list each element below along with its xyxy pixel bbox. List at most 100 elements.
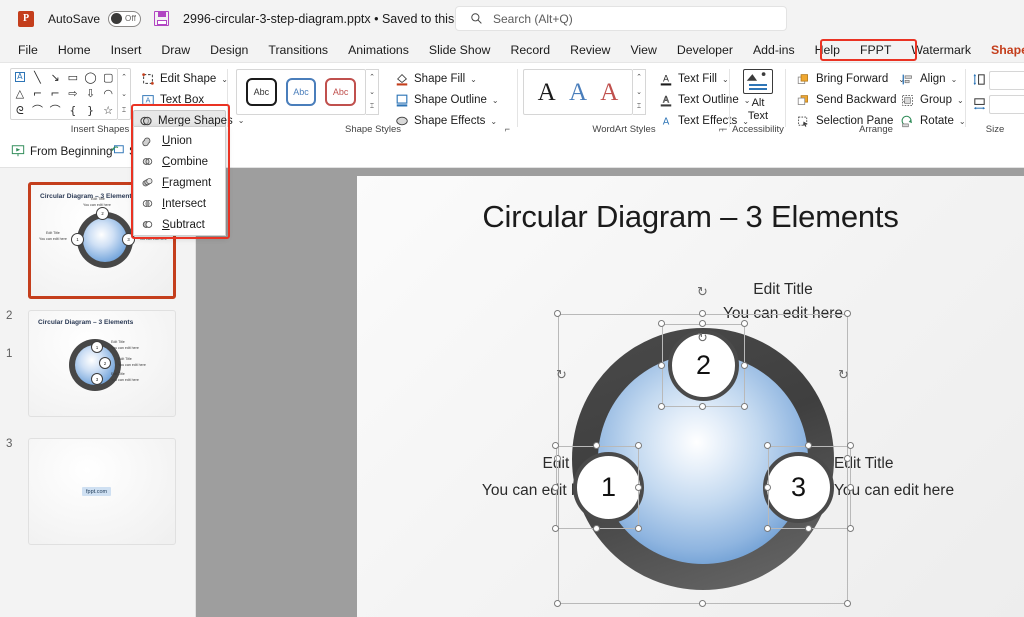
tab-insert[interactable]: Insert [101, 41, 152, 59]
search-box[interactable]: Search (Alt+Q) [455, 6, 787, 31]
shape-glyph-right-arrow[interactable]: ⇨ [68, 88, 77, 99]
ring-handle-s[interactable] [699, 600, 706, 607]
node-3-body[interactable]: You can edit here [834, 481, 1024, 501]
ring-rotate-handle[interactable]: ↻ [554, 368, 569, 383]
send-backward-button[interactable]: Send Backward ⌄ [792, 90, 912, 110]
shape-glyph-down-arrow[interactable]: ⇩ [86, 88, 95, 99]
scroll-up-icon[interactable]: ⌃ [369, 73, 375, 81]
tab-draw[interactable]: Draw [151, 41, 200, 59]
chevron-down-icon[interactable]: ⌄ [470, 75, 477, 84]
current-slide[interactable]: Circular Diagram – 3 Elements Edit Title… [357, 176, 1024, 617]
tab-developer[interactable]: Developer [667, 41, 743, 59]
shape-style-swatch-2[interactable]: Abc [285, 78, 317, 106]
chevron-down-icon[interactable]: ⌄ [957, 96, 964, 105]
slide-title[interactable]: Circular Diagram – 3 Elements [357, 199, 1024, 235]
chevron-down-icon[interactable]: ⌄ [951, 75, 958, 84]
text-fill-button[interactable]: A Text Fill ⌄ [654, 69, 733, 89]
shape-glyph-line[interactable]: ╲ [34, 72, 41, 83]
merge-menu-item-intersect[interactable]: Intersect [134, 193, 225, 214]
slide-thumbnail-3[interactable]: fppt.com [28, 438, 176, 545]
ring-handle-n[interactable] [699, 310, 706, 317]
wordart-swatch-3[interactable]: A [595, 78, 623, 106]
shape-glyph-oval[interactable]: ◯ [84, 72, 96, 83]
tab-view[interactable]: View [620, 41, 666, 59]
node-3-handle-sw[interactable] [764, 525, 771, 532]
node-3-handle-nw[interactable] [764, 442, 771, 449]
node-3-handle-e[interactable] [847, 484, 854, 491]
shape-glyph-star[interactable]: ☆ [103, 105, 113, 116]
ring-handle-nw[interactable] [554, 310, 561, 317]
shape-width-input[interactable] [989, 95, 1024, 114]
tab-add-ins[interactable]: Add-ins [743, 41, 805, 59]
node-2-handle-se[interactable] [741, 403, 748, 410]
tab-fppt[interactable]: FPPT [850, 41, 901, 59]
shape-glyph-brace-right[interactable]: } [87, 105, 94, 116]
scroll-more-icon[interactable]: ⌶ [370, 103, 374, 111]
tab-transitions[interactable]: Transitions [258, 41, 338, 59]
scroll-down-icon[interactable]: ⌄ [369, 88, 375, 96]
node-3-handle-n[interactable] [805, 442, 812, 449]
shape-glyph-elbow2[interactable]: ⌐ [51, 88, 60, 99]
shape-outline-button[interactable]: Shape Outline ⌄ [390, 90, 503, 110]
tab-design[interactable]: Design [200, 41, 258, 59]
scroll-down-icon[interactable]: ⌄ [121, 90, 127, 98]
node-1-handle-nw[interactable] [552, 442, 559, 449]
node-3-title[interactable]: Edit Title [834, 454, 1024, 474]
scroll-up-icon[interactable]: ⌃ [636, 73, 642, 81]
node-2-handle-w[interactable] [658, 362, 665, 369]
save-disk-icon[interactable] [154, 11, 170, 26]
wordart-styles-gallery[interactable]: A A A [523, 69, 633, 115]
shapes-gallery[interactable]: A ╲ ↘ ▭ ◯ ▢ △ ⌐ ⌐ ⇨ ⇩ ◠ ᘓ ⌒ ⌒ { } ☆ [10, 68, 118, 120]
node-2-handle-s[interactable] [699, 403, 706, 410]
node-2-handle-e[interactable] [741, 362, 748, 369]
alt-text-button[interactable]: Alt Text [735, 67, 781, 123]
shape-height-input[interactable] [989, 71, 1024, 90]
scroll-up-icon[interactable]: ⌃ [121, 73, 127, 81]
shape-glyph-scribble[interactable]: ᘓ [16, 105, 24, 116]
shape-style-swatch-3[interactable]: Abc [325, 78, 357, 106]
shape-glyph-arrow[interactable]: ↘ [51, 72, 60, 83]
scroll-down-icon[interactable]: ⌄ [636, 88, 642, 96]
wordart-styles-scrollbar[interactable]: ⌃ ⌄ ⌶ [633, 69, 646, 115]
tab-slide-show[interactable]: Slide Show [419, 41, 501, 59]
shape-styles-scrollbar[interactable]: ⌃ ⌄ ⌶ [366, 69, 379, 115]
node-2-handle-ne[interactable] [741, 320, 748, 327]
align-button[interactable]: Align ⌄ [896, 69, 961, 89]
node-2-handle-sw[interactable] [658, 403, 665, 410]
tab-file[interactable]: File [8, 41, 48, 59]
autosave-toggle[interactable]: Off [108, 10, 142, 27]
shape-glyph-triangle[interactable]: △ [16, 88, 24, 99]
shape-fill-button[interactable]: Shape Fill ⌄ [390, 69, 481, 89]
tab-help[interactable]: Help [805, 41, 850, 59]
node-1-handle-sw[interactable] [552, 525, 559, 532]
node-1-handle-ne[interactable] [635, 442, 642, 449]
shape-styles-dialog-launcher[interactable]: ⌐ [505, 124, 510, 134]
from-beginning-button[interactable]: From Beginning [10, 140, 113, 162]
ring-handle-se[interactable] [844, 600, 851, 607]
tab-watermark[interactable]: Watermark [901, 41, 981, 59]
shape-style-swatch-1[interactable]: Abc [246, 78, 277, 106]
shapes-gallery-scrollbar[interactable]: ⌃ ⌄ ⌶ [118, 68, 131, 120]
node-1-handle-s[interactable] [593, 525, 600, 532]
node-3-handle-ne[interactable] [847, 442, 854, 449]
tab-review[interactable]: Review [560, 41, 620, 59]
scroll-more-icon[interactable]: ⌶ [637, 103, 641, 111]
slide-thumbnail-2[interactable]: Circular Diagram – 3 Elements 1 2 3 Edit… [28, 310, 176, 417]
wordart-swatch-2[interactable]: A [564, 78, 592, 106]
node-2-handle-nw[interactable] [658, 320, 665, 327]
merge-menu-item-union[interactable]: Union [134, 130, 225, 151]
node-3-handle-s[interactable] [805, 525, 812, 532]
tab-record[interactable]: Record [500, 41, 560, 59]
shape-styles-gallery[interactable]: Abc Abc Abc [236, 69, 366, 115]
node-1-handle-n[interactable] [593, 442, 600, 449]
shape-glyph-elbow[interactable]: ⌐ [33, 88, 42, 99]
shape-glyph-rectangle[interactable]: ▭ [68, 72, 78, 83]
merge-shapes-dropdown-menu[interactable]: Union Combine Fragment Intersect Subtrac… [133, 126, 226, 236]
tab-shape-format[interactable]: Shape Format [981, 41, 1024, 59]
accessibility-dialog-launcher[interactable]: ⌐ [722, 124, 727, 134]
chevron-down-icon[interactable]: ⌄ [722, 75, 729, 84]
ring-handle-sw[interactable] [554, 600, 561, 607]
tab-home[interactable]: Home [48, 41, 101, 59]
node-3-handle-w[interactable] [764, 484, 771, 491]
scroll-more-icon[interactable]: ⌶ [122, 107, 126, 115]
